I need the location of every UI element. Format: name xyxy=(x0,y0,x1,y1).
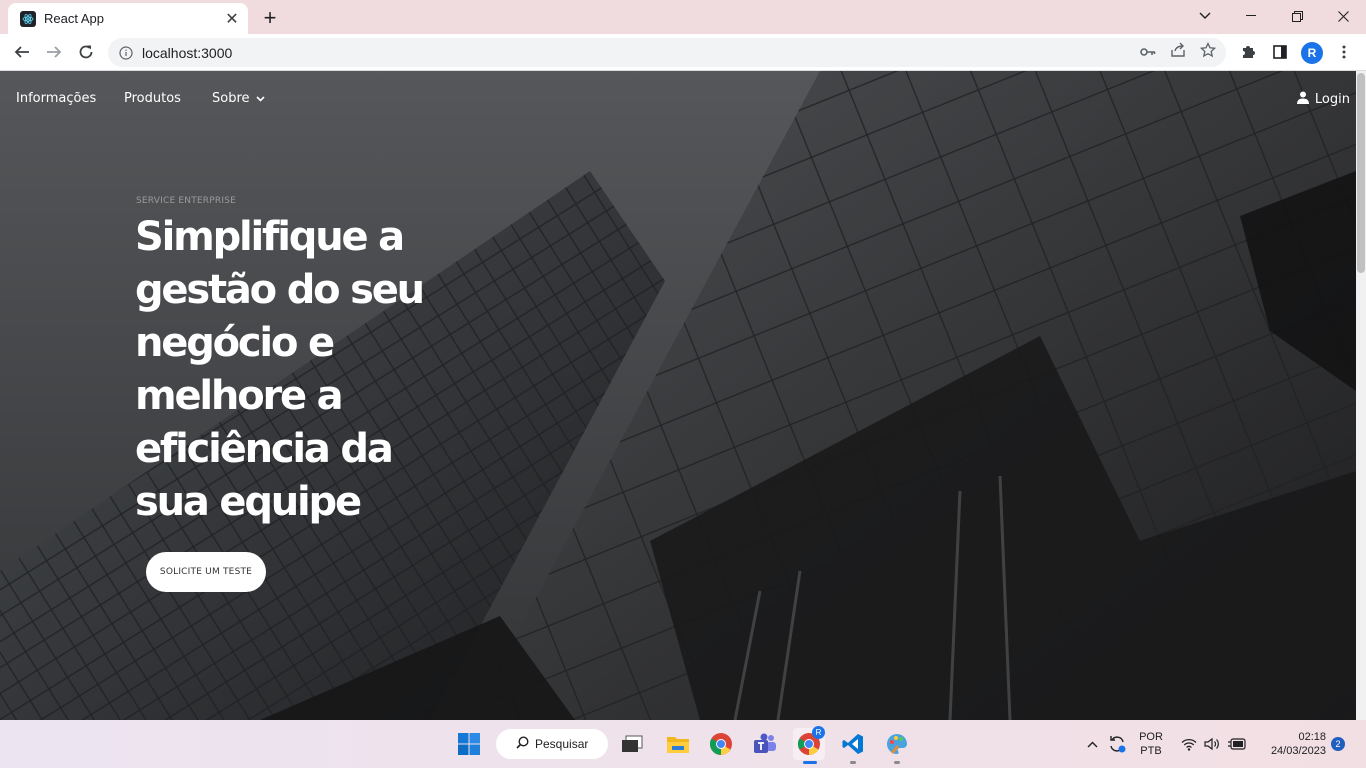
notification-badge[interactable]: 2 xyxy=(1331,737,1345,751)
input-language-indicator[interactable]: POR PTB xyxy=(1136,730,1166,758)
search-label: Pesquisar xyxy=(535,737,589,751)
forward-arrow-icon[interactable] xyxy=(40,38,68,66)
windows-start-icon[interactable] xyxy=(453,728,485,760)
tab-close-icon[interactable]: ✕ xyxy=(222,9,242,29)
browser-tab-strip: React App ✕ + xyxy=(0,0,1366,34)
page-viewport: Informações Produtos Sobre Login SERVICE… xyxy=(0,71,1356,720)
active-app-indicator xyxy=(803,761,817,764)
search-icon xyxy=(516,736,529,752)
tab-search-chevron-icon[interactable] xyxy=(1182,0,1228,32)
battery-icon[interactable] xyxy=(1225,728,1249,760)
hero-title: Simplifique a gestão do seu negócio e me… xyxy=(135,214,425,525)
nav-link-produtos[interactable]: Produtos xyxy=(124,91,181,106)
address-bar[interactable]: localhost:3000 xyxy=(108,38,1226,67)
paint-icon[interactable] xyxy=(881,728,913,760)
chrome-icon[interactable] xyxy=(705,728,737,760)
page-scrollbar[interactable] xyxy=(1356,71,1366,720)
running-app-indicator xyxy=(850,761,856,764)
new-tab-button[interactable]: + xyxy=(258,5,282,30)
url-text: localhost:3000 xyxy=(142,44,233,61)
wifi-icon[interactable] xyxy=(1178,728,1200,760)
menu-kebab-icon[interactable] xyxy=(1330,38,1358,66)
side-panel-icon[interactable] xyxy=(1266,38,1294,66)
back-arrow-icon[interactable] xyxy=(8,38,36,66)
restore-button[interactable] xyxy=(1274,0,1320,32)
chrome-profile-badge: R xyxy=(812,726,825,739)
key-icon[interactable] xyxy=(1140,44,1156,62)
request-trial-button[interactable]: SOLICITE UM TESTE xyxy=(146,552,266,592)
volume-icon[interactable] xyxy=(1201,728,1223,760)
clock-date: 24/03/2023 xyxy=(1270,745,1326,757)
file-explorer-icon[interactable] xyxy=(662,728,694,760)
site-navbar: Informações Produtos Sobre Login xyxy=(0,71,1356,127)
react-favicon-icon xyxy=(20,10,36,27)
reload-icon[interactable] xyxy=(72,38,100,66)
minimize-button[interactable] xyxy=(1228,0,1274,32)
browser-toolbar: localhost:3000 R xyxy=(0,34,1366,71)
extensions-puzzle-icon[interactable] xyxy=(1234,38,1262,66)
chevron-down-icon xyxy=(255,94,265,105)
language-code: POR xyxy=(1139,731,1163,743)
login-link[interactable]: Login xyxy=(1296,91,1350,108)
login-label: Login xyxy=(1314,92,1350,107)
taskbar-search[interactable]: Pesquisar xyxy=(496,729,608,759)
chrome-profile-icon[interactable]: R xyxy=(793,726,825,760)
user-icon xyxy=(1296,91,1309,108)
sync-icon[interactable] xyxy=(1104,728,1130,760)
nav-link-sobre-label: Sobre xyxy=(212,91,250,106)
tab-title: React App xyxy=(44,11,104,26)
teams-icon[interactable] xyxy=(749,728,781,760)
nav-dropdown-sobre[interactable]: Sobre xyxy=(212,91,265,106)
clock-time: 02:18 xyxy=(1298,731,1326,743)
share-icon[interactable] xyxy=(1170,42,1186,63)
bookmark-star-icon[interactable] xyxy=(1199,41,1217,63)
windows-taskbar: Pesquisar R POR PTB 02:18 24/03/2023 2 xyxy=(0,720,1366,768)
site-info-icon[interactable] xyxy=(118,45,134,61)
taskbar-clock[interactable]: 02:18 24/03/2023 xyxy=(1256,730,1326,758)
close-window-button[interactable] xyxy=(1320,0,1366,32)
profile-avatar[interactable]: R xyxy=(1301,42,1323,64)
tray-overflow-chevron-icon[interactable] xyxy=(1083,728,1101,760)
nav-link-informacoes[interactable]: Informações xyxy=(16,91,96,106)
scrollbar-thumb[interactable] xyxy=(1357,73,1365,273)
keyboard-layout-code: PTB xyxy=(1140,745,1162,757)
vscode-icon[interactable] xyxy=(837,728,869,760)
hero-eyebrow: SERVICE ENTERPRISE xyxy=(136,196,236,206)
browser-tab[interactable]: React App ✕ xyxy=(8,3,248,34)
running-app-indicator xyxy=(894,761,900,764)
task-view-icon[interactable] xyxy=(616,728,648,760)
